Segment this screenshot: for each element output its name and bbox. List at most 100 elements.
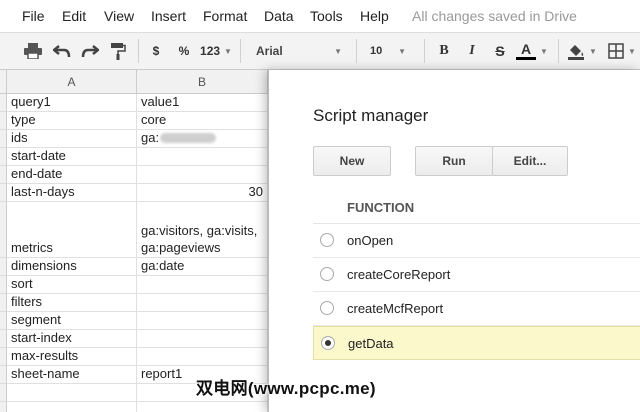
function-name: createMcfReport (347, 301, 444, 316)
more-formats-button[interactable]: 123 ▼ (198, 33, 234, 69)
function-item[interactable]: onOpen (313, 224, 640, 258)
column-header-a[interactable]: A (7, 70, 137, 94)
cell-a3[interactable]: ids (7, 130, 137, 148)
row-header[interactable] (0, 366, 7, 384)
row-header[interactable] (0, 348, 7, 366)
menu-view[interactable]: View (104, 8, 134, 24)
cell-a15[interactable] (7, 384, 137, 402)
text-color-button[interactable]: A ▼ (514, 33, 550, 69)
select-all-corner[interactable] (0, 70, 7, 94)
radio-button[interactable] (320, 233, 334, 247)
cell-b3[interactable]: ga: (137, 130, 268, 148)
cell-a8[interactable]: dimensions (7, 258, 137, 276)
cell-a2[interactable]: type (7, 112, 137, 130)
chevron-down-icon: ▼ (628, 46, 636, 56)
cell-b10[interactable] (137, 294, 268, 312)
new-button[interactable]: New (313, 146, 391, 176)
fill-color-button[interactable]: ▼ (564, 33, 600, 69)
undo-button[interactable] (50, 33, 74, 69)
row-header[interactable] (0, 184, 7, 202)
cell-a4[interactable]: start-date (7, 148, 137, 166)
currency-format-button[interactable]: $ (146, 33, 166, 69)
row-header[interactable] (0, 130, 7, 148)
paint-format-button[interactable] (106, 33, 130, 69)
cell-a12[interactable]: start-index (7, 330, 137, 348)
toolbar-divider (138, 39, 139, 63)
row-header[interactable] (0, 112, 7, 130)
row-header[interactable] (0, 94, 7, 112)
function-list-header: FUNCTION (313, 190, 640, 224)
cell-b8[interactable]: ga:date (137, 258, 268, 276)
radio-button[interactable] (320, 301, 334, 315)
cell-a7[interactable]: metrics (7, 202, 137, 258)
toolbar-divider (240, 39, 241, 63)
menu-format[interactable]: Format (203, 8, 247, 24)
menu-file[interactable]: File (22, 8, 45, 24)
row-header[interactable] (0, 402, 7, 412)
row-header[interactable] (0, 276, 7, 294)
paint-roller-icon (110, 42, 126, 60)
row-header[interactable] (0, 384, 7, 402)
cell-b9[interactable] (137, 276, 268, 294)
cell-a6[interactable]: last-n-days (7, 184, 137, 202)
text-color-icon: A (516, 42, 537, 60)
percent-format-button[interactable]: % (174, 33, 194, 69)
chevron-down-icon: ▼ (334, 46, 342, 56)
cell-a14[interactable]: sheet-name (7, 366, 137, 384)
row-header[interactable] (0, 330, 7, 348)
row-header[interactable] (0, 312, 7, 330)
function-item-selected[interactable]: getData (313, 326, 640, 360)
row-header[interactable] (0, 294, 7, 312)
cell-b13[interactable] (137, 348, 268, 366)
cell-b16[interactable] (137, 402, 268, 412)
cell-a16[interactable] (7, 402, 137, 412)
cell-b2[interactable]: core (137, 112, 268, 130)
cell-a10[interactable]: filters (7, 294, 137, 312)
cell-b3-value: ga: (141, 130, 160, 145)
cell-b1[interactable]: value1 (137, 94, 268, 112)
cell-b6[interactable]: 30 (137, 184, 268, 202)
column-header-b[interactable]: B (137, 70, 268, 94)
row-header[interactable] (0, 258, 7, 276)
more-formats-label: 123 (200, 44, 221, 58)
row-header[interactable] (0, 148, 7, 166)
font-family-value: Arial (256, 44, 283, 58)
cell-a11[interactable]: segment (7, 312, 137, 330)
toolbar-divider (558, 39, 559, 63)
menu-tools[interactable]: Tools (310, 8, 343, 24)
borders-button[interactable]: ▼ (604, 33, 640, 69)
cell-b5[interactable] (137, 166, 268, 184)
cell-a13[interactable]: max-results (7, 348, 137, 366)
cell-a5[interactable]: end-date (7, 166, 137, 184)
function-name: getData (348, 336, 394, 351)
run-button[interactable]: Run (415, 146, 493, 176)
cell-b11[interactable] (137, 312, 268, 330)
dialog-title: Script manager (313, 106, 429, 125)
radio-button[interactable] (320, 267, 334, 281)
strikethrough-button[interactable]: S (490, 33, 510, 69)
italic-button[interactable]: I (462, 33, 482, 69)
print-button[interactable] (20, 33, 46, 69)
bold-button[interactable]: B (434, 33, 454, 69)
row-header[interactable] (0, 166, 7, 184)
function-column-label: FUNCTION (347, 200, 415, 215)
row-header[interactable] (0, 202, 7, 258)
menu-help[interactable]: Help (360, 8, 389, 24)
menu-insert[interactable]: Insert (151, 8, 186, 24)
borders-icon (608, 43, 624, 59)
function-item[interactable]: createMcfReport (313, 292, 640, 326)
edit-button[interactable]: Edit... (492, 146, 568, 176)
cell-b12[interactable] (137, 330, 268, 348)
menu-data[interactable]: Data (264, 8, 294, 24)
cell-b7[interactable]: ga:visitors, ga:visits, ga:pageviews (137, 202, 268, 258)
font-size-select[interactable]: 10 ▼ (366, 33, 410, 69)
radio-button-selected[interactable] (321, 336, 335, 350)
cell-a1[interactable]: query1 (7, 94, 137, 112)
text-color-swatch (516, 57, 537, 60)
function-item[interactable]: createCoreReport (313, 258, 640, 292)
font-family-select[interactable]: Arial ▼ (252, 33, 346, 69)
cell-b4[interactable] (137, 148, 268, 166)
menu-edit[interactable]: Edit (62, 8, 86, 24)
redo-button[interactable] (78, 33, 102, 69)
cell-a9[interactable]: sort (7, 276, 137, 294)
